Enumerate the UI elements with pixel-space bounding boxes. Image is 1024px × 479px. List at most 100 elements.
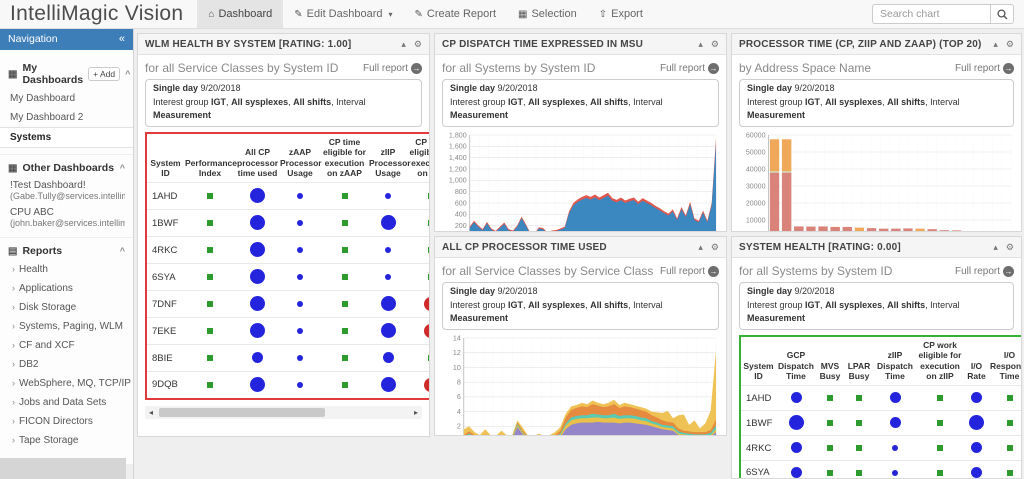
marker-green-square-ok[interactable] <box>207 327 213 334</box>
marker-green-square-ok[interactable] <box>937 394 943 401</box>
panel-header[interactable]: SYSTEM HEALTH [RATING: 0.00] ▴ ⚙ <box>732 237 1021 258</box>
marker-green-square-ok[interactable] <box>428 354 429 361</box>
marker-green-square-ok[interactable] <box>827 394 833 401</box>
marker-green-square-ok[interactable] <box>341 246 348 253</box>
rating-cell[interactable] <box>844 435 874 461</box>
rating-cell[interactable] <box>279 317 321 345</box>
rating-cell[interactable] <box>236 209 279 237</box>
marker-blue-dot-small[interactable] <box>297 219 303 226</box>
rating-cell[interactable] <box>776 385 816 411</box>
marker-green-square-ok[interactable] <box>428 246 429 253</box>
panel-header[interactable]: CP DISPATCH TIME EXPRESSED IN MSU ▴ ⚙ <box>435 34 726 55</box>
gear-icon[interactable]: ⚙ <box>414 39 422 49</box>
marker-blue-dot-medium[interactable] <box>790 467 802 478</box>
marker-green-square-ok[interactable] <box>827 419 833 426</box>
rating-cell[interactable] <box>279 236 321 264</box>
rating-cell[interactable] <box>184 371 236 399</box>
marker-blue-dot-large[interactable] <box>380 296 396 312</box>
marker-red-alert[interactable]: ! <box>424 323 429 338</box>
search-input[interactable] <box>872 4 990 24</box>
marker-blue-dot-large[interactable] <box>380 215 396 231</box>
scrollbar-thumb[interactable] <box>159 407 326 417</box>
sidebar-item-report-websphere-mq-tcp-ip[interactable]: › WebSphere, MQ, TCP/IP <box>0 374 133 393</box>
rating-cell[interactable] <box>184 209 236 237</box>
full-report-link[interactable]: Full report → <box>660 62 719 74</box>
marker-blue-dot-medium[interactable] <box>971 467 982 478</box>
nav-item-export[interactable]: ⇧ Export <box>588 0 654 28</box>
marker-green-square-ok[interactable] <box>827 469 833 476</box>
marker-blue-dot-small[interactable] <box>385 273 391 280</box>
rating-cell[interactable] <box>368 263 408 291</box>
marker-blue-dot-large[interactable] <box>969 415 984 431</box>
rating-cell[interactable] <box>816 460 844 478</box>
gear-icon[interactable]: ⚙ <box>711 242 719 252</box>
marker-green-square-ok[interactable] <box>207 273 213 280</box>
rating-cell[interactable] <box>368 317 408 345</box>
marker-blue-dot-large[interactable] <box>788 415 804 431</box>
rating-cell[interactable] <box>916 460 964 478</box>
gear-icon[interactable]: ⚙ <box>711 39 719 49</box>
rating-cell[interactable] <box>916 410 964 436</box>
rating-cell[interactable] <box>321 209 368 237</box>
marker-green-square-ok[interactable] <box>937 469 943 476</box>
marker-blue-dot-small[interactable] <box>385 192 391 199</box>
collapse-icon[interactable]: ▴ <box>698 242 703 252</box>
full-report-link[interactable]: Full report → <box>660 265 719 277</box>
marker-green-square-ok[interactable] <box>428 219 429 226</box>
rating-cell[interactable] <box>279 209 321 237</box>
rating-cell[interactable] <box>279 263 321 291</box>
sidebar-item-shared-dashboard[interactable]: CPU ABC(john.baker@services.intellimagic… <box>0 204 133 231</box>
marker-blue-dot-small[interactable] <box>892 444 898 451</box>
marker-green-square-ok[interactable] <box>341 192 348 199</box>
full-report-link[interactable]: Full report → <box>955 62 1014 74</box>
marker-blue-dot-large[interactable] <box>250 269 265 285</box>
rating-cell[interactable] <box>776 435 816 461</box>
rating-cell[interactable] <box>408 182 429 210</box>
marker-blue-dot-small[interactable] <box>297 246 303 253</box>
rating-cell[interactable] <box>236 344 279 372</box>
rating-cell[interactable] <box>989 460 1021 478</box>
marker-green-square-ok[interactable] <box>207 300 213 307</box>
nav-item-edit-dashboard[interactable]: ✎ Edit Dashboard ▾ <box>283 0 403 28</box>
marker-green-square-ok[interactable] <box>428 273 429 280</box>
rating-cell[interactable] <box>874 410 916 436</box>
marker-green-square-ok[interactable] <box>856 444 862 451</box>
rating-cell[interactable] <box>321 344 368 372</box>
marker-green-square-ok[interactable] <box>207 219 213 226</box>
collapse-icon[interactable]: ▴ <box>993 39 998 49</box>
search-button[interactable] <box>990 4 1014 24</box>
panel-header[interactable]: ALL CP PROCESSOR TIME USED ▴ ⚙ <box>435 237 726 258</box>
marker-blue-dot-large[interactable] <box>250 242 265 258</box>
sidebar-item-report-jobs-and-data-sets[interactable]: › Jobs and Data Sets <box>0 393 133 412</box>
chevron-up-icon[interactable]: ^ <box>120 163 125 173</box>
marker-blue-dot-large[interactable] <box>250 188 265 204</box>
sidebar-item-report-applications[interactable]: › Applications <box>0 279 133 298</box>
rating-cell[interactable] <box>321 182 368 210</box>
sidebar-item-systems[interactable]: Systems <box>0 127 133 148</box>
nav-item-selection[interactable]: ▦ Selection <box>507 0 588 28</box>
rating-cell[interactable] <box>408 344 429 372</box>
gear-icon[interactable]: ⚙ <box>1006 242 1014 252</box>
marker-blue-dot-large[interactable] <box>250 323 265 339</box>
marker-blue-dot-small[interactable] <box>297 354 303 361</box>
marker-blue-dot-medium[interactable] <box>971 392 982 404</box>
panel-header[interactable]: WLM HEALTH BY SYSTEM [RATING: 1.00] ▴ ⚙ <box>138 34 429 55</box>
marker-green-square-ok[interactable] <box>1006 419 1013 426</box>
sidebar-item-shared-dashboard[interactable]: !Test Dashboard! (Gabe.Tully@services.int… <box>0 177 133 204</box>
rating-cell[interactable] <box>844 460 874 478</box>
marker-blue-dot-large[interactable] <box>250 296 265 312</box>
rating-cell[interactable] <box>964 410 989 436</box>
sidebar-item-report-health[interactable]: › Health <box>0 260 133 279</box>
marker-blue-dot-large[interactable] <box>250 215 265 231</box>
sidebar-item-report-cf-and-xcf[interactable]: › CF and XCF <box>0 336 133 355</box>
marker-blue-dot-medium[interactable] <box>790 392 802 404</box>
rating-cell[interactable] <box>184 317 236 345</box>
sidebar-item-report-ficon-directors[interactable]: › FICON Directors <box>0 412 133 431</box>
rating-cell[interactable] <box>279 290 321 318</box>
marker-blue-dot-small[interactable] <box>297 327 303 334</box>
marker-red-alert[interactable]: ! <box>424 296 429 311</box>
marker-green-square-ok[interactable] <box>428 192 429 199</box>
marker-blue-dot-small[interactable] <box>297 273 303 280</box>
marker-blue-dot-small[interactable] <box>297 381 303 388</box>
rating-cell[interactable]: ! <box>408 317 429 345</box>
